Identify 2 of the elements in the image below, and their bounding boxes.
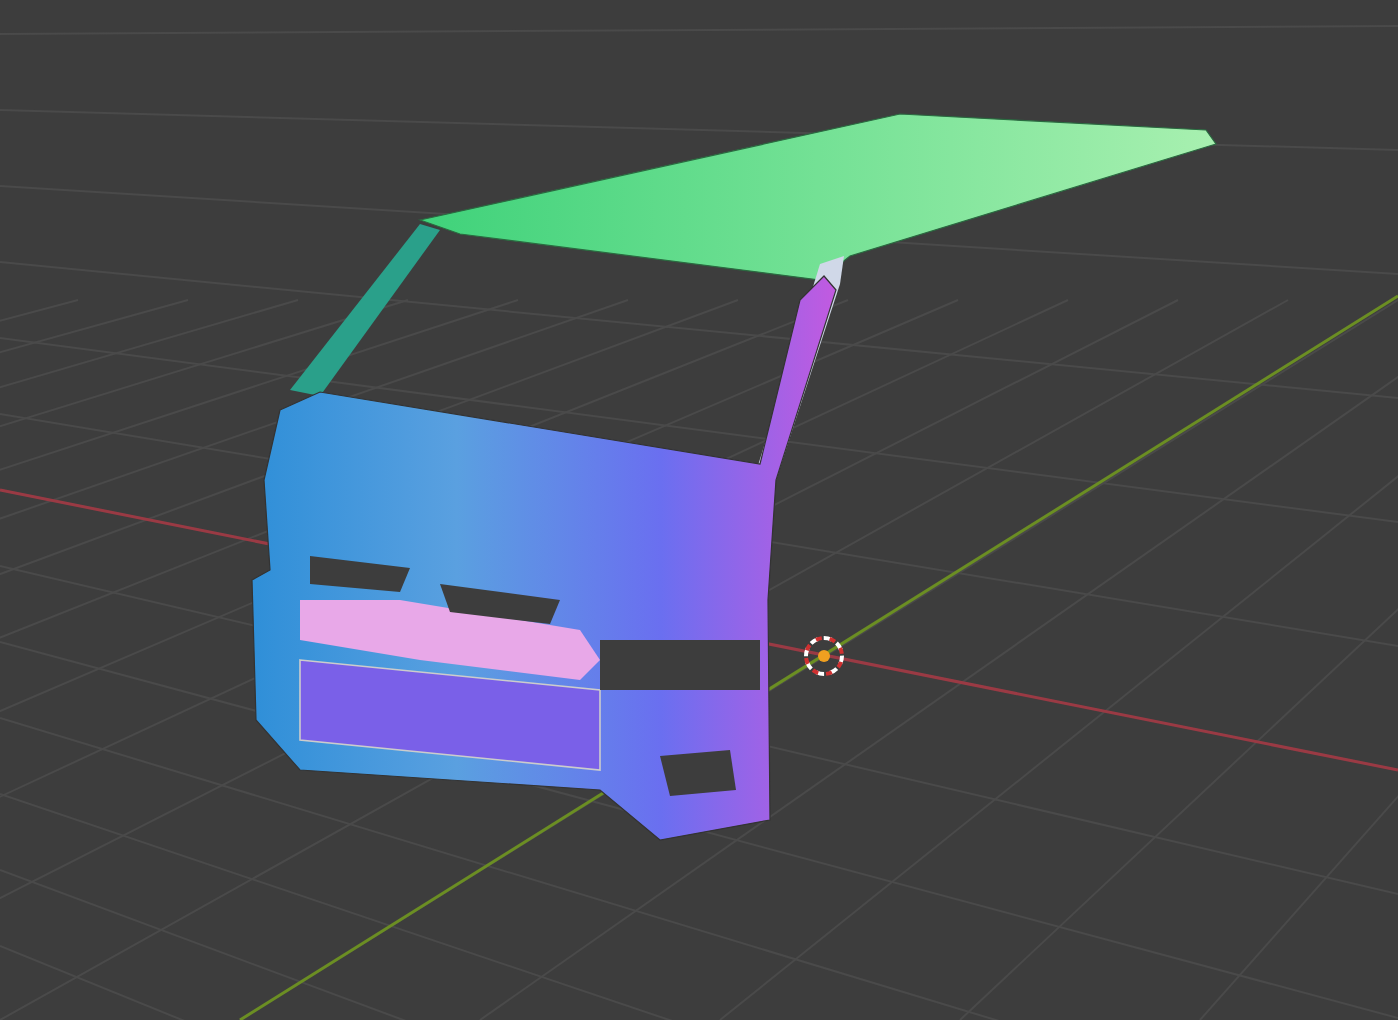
van-model-drawing[interactable] (251, 113, 1217, 841)
origin-marker-icon[interactable] (804, 636, 844, 676)
